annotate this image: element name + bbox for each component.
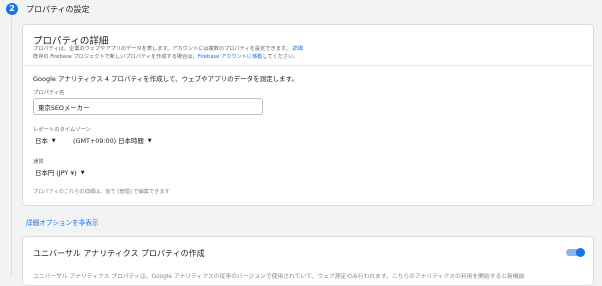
chevron-down-icon: ▼ [147, 137, 152, 144]
universal-analytics-card: ユニバーサル アナリティクス プロパティの作成 ユニバーサル アナリティクス プ… [22, 236, 594, 286]
ga4-instruction: Google アナリティクス 4 プロパティを作成して、ウェブやアプリのデータを… [33, 75, 298, 83]
property-details-description: プロパティは、企業のウェブやアプリのデータを表します。アカウントには複数のプロパ… [33, 45, 553, 61]
card-divider [23, 65, 593, 66]
timezone-value: (GMT+09:00) 日本時間 [73, 137, 144, 145]
edit-later-hint: プロパティのこれらの詳細は、後で [管理] で編集できます [33, 189, 170, 195]
currency-value: 日本円 (JPY ¥) [35, 169, 77, 177]
currency-label: 通貨 [33, 159, 44, 165]
timezone-label: レポートのタイムゾーン [33, 127, 91, 133]
universal-analytics-title: ユニバーサル アナリティクス プロパティの作成 [33, 249, 205, 258]
chevron-down-icon: ▼ [80, 169, 85, 176]
description-line-1: プロパティは、企業のウェブやアプリのデータを表します。アカウントには複数のプロパ… [33, 46, 291, 52]
universal-analytics-description: ユニバーサル アナリティクス プロパティは、Google アナリティクスの従来の… [33, 274, 525, 280]
step-header: 2 プロパティの設定 [6, 2, 90, 16]
step-rail [11, 17, 12, 277]
property-name-label: プロパティ名 [33, 90, 65, 96]
currency-select[interactable]: 日本円 (JPY ¥) ▼ [35, 168, 85, 177]
universal-analytics-toggle[interactable] [566, 248, 585, 257]
country-select[interactable]: 日本 ▼ [35, 136, 56, 145]
description-line-2a: 既存の Firebase プロジェクトで新しいプロパティを作成する場合は、 [33, 54, 198, 60]
learn-more-link[interactable]: 詳細 [292, 46, 302, 52]
property-name-value: 東京SEOメーカー [38, 104, 90, 112]
hide-advanced-options-link[interactable]: 詳細オプションを非表示 [26, 217, 99, 227]
property-details-card: プロパティの詳細 プロパティは、企業のウェブやアプリのデータを表します。アカウン… [22, 24, 594, 206]
step-number-badge: 2 [6, 3, 18, 15]
timezone-select[interactable]: (GMT+09:00) 日本時間 ▼ [73, 136, 152, 145]
firebase-account-link[interactable]: Firebase アカウントに移動 [198, 54, 263, 60]
property-name-input[interactable]: 東京SEOメーカー [33, 98, 263, 115]
chevron-down-icon: ▼ [51, 137, 56, 144]
toggle-knob [576, 248, 585, 257]
country-value: 日本 [35, 137, 48, 145]
step-title: プロパティの設定 [26, 4, 90, 14]
description-line-2c: してください。 [262, 54, 299, 60]
